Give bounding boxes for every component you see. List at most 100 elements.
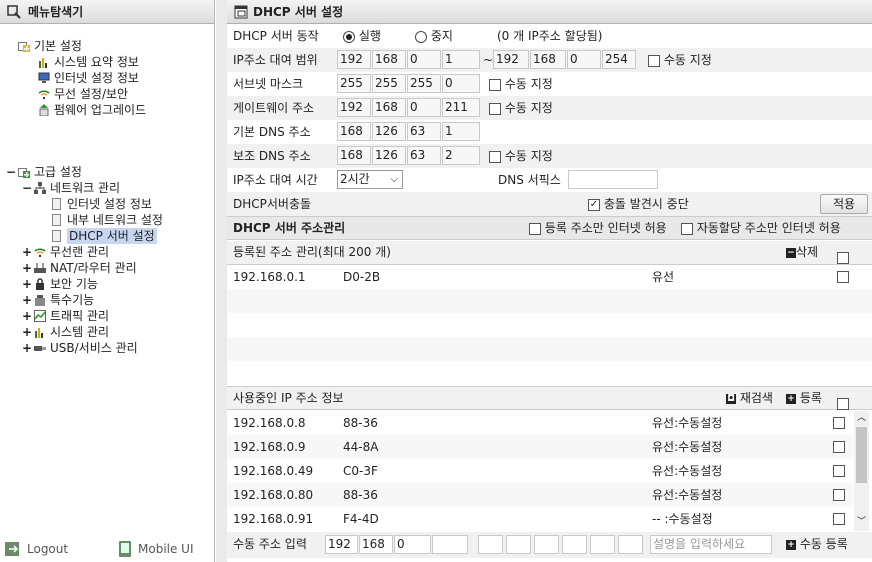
tree-item-internet-settings[interactable]: 인터넷 설정 정보 <box>52 196 152 212</box>
manual-ip-octet-1[interactable]: 192 <box>325 535 358 554</box>
tree-item-internal-network[interactable]: 내부 네트워크 설정 <box>52 212 163 228</box>
tree-item-firmware-upgrade[interactable]: 펌웨어 업그레이드 <box>38 102 146 118</box>
logout-label: Logout <box>27 542 69 556</box>
range-end-octet-1[interactable]: 192 <box>493 50 529 69</box>
inuse-scrollbar[interactable]: ︿ ﹀ <box>854 411 869 531</box>
tree-wireless-management[interactable]: + 무선랜 관리 <box>22 244 109 260</box>
subnet-octet-2[interactable]: 255 <box>372 74 406 93</box>
range-end-octet-3[interactable]: 0 <box>567 50 601 69</box>
range-start-octet-4[interactable]: 1 <box>442 50 480 69</box>
dns1-octet-1[interactable]: 168 <box>337 122 371 141</box>
tree-security[interactable]: + 보안 기능 <box>22 276 98 292</box>
conflict-stop-checkbox[interactable]: ✓ 충돌 발견시 중단 <box>588 192 689 216</box>
radio-run[interactable]: 실행 <box>343 24 381 48</box>
radio-stop[interactable]: 중지 <box>415 24 453 48</box>
tree-basic-settings[interactable]: 기본 설정 <box>18 38 82 54</box>
mobile-ui-button[interactable]: Mobile UI <box>118 541 194 557</box>
expand-icon: + <box>22 325 33 339</box>
lease-time-select[interactable]: 2시간 ⌵ <box>337 170 403 189</box>
manual-mac-field-2[interactable] <box>506 535 531 554</box>
auto-only-label: 자동할당 주소만 인터넷 허용 <box>696 221 841 235</box>
manual-ip-octet-2[interactable]: 168 <box>359 535 393 554</box>
panel-splitter[interactable] <box>216 0 227 562</box>
dns1-octet-2[interactable]: 126 <box>372 122 406 141</box>
inuse-ip: 192.168.0.49 <box>233 464 314 478</box>
logout-button[interactable]: Logout <box>4 541 68 557</box>
tree-item-system-summary[interactable]: 시스템 요약 정보 <box>38 54 139 70</box>
conflict-row: DHCP서버충돌 ✓ 충돌 발견시 중단 적용 <box>227 192 872 216</box>
dns2-octet-1[interactable]: 168 <box>337 146 371 165</box>
subnet-octet-1[interactable]: 255 <box>337 74 371 93</box>
tree-network-management[interactable]: − 네트워크 관리 <box>22 180 120 196</box>
subnet-octet-3[interactable]: 255 <box>407 74 441 93</box>
manual-description-input[interactable]: 설명을 입력하세요 <box>650 535 772 554</box>
scroll-down-icon[interactable]: ﹀ <box>854 515 869 529</box>
range-start-octet-3[interactable]: 0 <box>407 50 441 69</box>
registered-title: 등록된 주소 관리(최대 200 개) <box>233 245 391 259</box>
registered-only-checkbox[interactable]: 등록 주소만 인터넷 허용 <box>529 217 667 239</box>
subnet-octet-4[interactable]: 0 <box>442 74 480 93</box>
rescan-button[interactable]: ◘ 재검색 <box>726 387 773 409</box>
manual-mac-field-4[interactable] <box>562 535 587 554</box>
scroll-thumb[interactable] <box>856 427 867 483</box>
dns2-octet-2[interactable]: 126 <box>372 146 406 165</box>
manual-mac-field-6[interactable] <box>618 535 643 554</box>
manual-mac-field-1[interactable] <box>478 535 503 554</box>
tree-special[interactable]: + 특수기능 <box>22 292 94 308</box>
dns2-label: 보조 DNS 주소 <box>233 149 311 163</box>
tree-advanced-settings[interactable]: − 고급 설정 <box>6 164 82 180</box>
tree-item-wireless-security[interactable]: 무선 설정/보안 <box>38 86 128 102</box>
checkbox-icon <box>833 441 845 453</box>
manual-mac-field-3[interactable] <box>534 535 559 554</box>
range-start-octet-2[interactable]: 168 <box>372 50 406 69</box>
range-end-octet-4[interactable]: 254 <box>602 50 636 69</box>
dns1-label: 기본 DNS 주소 <box>233 125 311 139</box>
tree-item-label: 내부 네트워크 설정 <box>67 213 163 227</box>
dns2-octet-4[interactable]: 2 <box>442 146 480 165</box>
ip-range-row: IP주소 대여 범위 192 168 0 1 ~ 192 168 0 254 수… <box>227 48 872 72</box>
registered-mac: D0-2B <box>343 270 381 284</box>
tree-traffic[interactable]: + 트래픽 관리 <box>22 308 109 324</box>
checkbox-icon <box>489 150 501 163</box>
manual-ip-octet-4[interactable] <box>432 535 468 554</box>
dns1-octet-3[interactable]: 63 <box>407 122 441 141</box>
apply-button[interactable]: 적용 <box>820 194 868 214</box>
tree-nat-router[interactable]: + NAT/라우터 관리 <box>22 260 137 276</box>
range-manual-checkbox[interactable]: 수동 지정 <box>648 48 712 72</box>
gateway-octet-3[interactable]: 0 <box>407 98 441 117</box>
delete-button[interactable]: −삭제 <box>786 241 818 263</box>
chart-icon <box>39 58 47 68</box>
tree-item-internet-info[interactable]: 인터넷 설정 정보 <box>38 70 139 86</box>
tree-usb-service[interactable]: + USB/서비스 관리 <box>22 340 138 356</box>
range-start-octet-1[interactable]: 192 <box>337 50 371 69</box>
manual-label: 수동 지정 <box>504 101 553 115</box>
dns-suffix-input[interactable] <box>568 170 658 189</box>
gateway-octet-1[interactable]: 192 <box>337 98 371 117</box>
dns1-octet-4[interactable]: 1 <box>442 122 480 141</box>
search-icon: ◘ <box>726 393 736 404</box>
expand-icon: + <box>22 341 33 355</box>
system-chart-icon <box>35 328 43 338</box>
subnet-manual-checkbox[interactable]: 수동 지정 <box>489 72 553 96</box>
auto-only-checkbox[interactable]: 자동할당 주소만 인터넷 허용 <box>681 217 841 239</box>
checkbox-icon <box>837 397 849 410</box>
manual-entry-row: 수동 주소 입력 192 168 0 설명을 입력하세요 + 수동 등록 <box>227 532 872 558</box>
manual-mac-field-5[interactable] <box>590 535 615 554</box>
dns2-row: 보조 DNS 주소 168 126 63 2 수동 지정 <box>227 144 872 168</box>
gateway-octet-2[interactable]: 168 <box>372 98 406 117</box>
register-button[interactable]: + 등록 <box>786 387 822 409</box>
gateway-octet-4[interactable]: 211 <box>442 98 480 117</box>
gateway-manual-checkbox[interactable]: 수동 지정 <box>489 96 553 120</box>
scroll-up-icon[interactable]: ︿ <box>854 411 869 425</box>
tree-item-dhcp-server[interactable]: DHCP 서버 설정 <box>52 228 157 244</box>
range-end-octet-2[interactable]: 168 <box>530 50 566 69</box>
special-icon <box>35 295 45 306</box>
manual-register-button[interactable]: + 수동 등록 <box>786 532 848 556</box>
dns2-octet-3[interactable]: 63 <box>407 146 441 165</box>
tree-system[interactable]: + 시스템 관리 <box>22 324 109 340</box>
tree-item-label: 시스템 관리 <box>50 325 110 339</box>
menu-explorer-panel: 메뉴탐색기 기본 설정 시스템 요약 정보 인터넷 설정 정보 무선 설정/보안… <box>0 0 215 562</box>
dhcp-settings-panel: DHCP 서버 설정 DHCP 서버 동작 실행 중지 (0 개 IP주소 할당… <box>227 0 872 562</box>
dns2-manual-checkbox[interactable]: 수동 지정 <box>489 144 553 168</box>
manual-ip-octet-3[interactable]: 0 <box>394 535 431 554</box>
